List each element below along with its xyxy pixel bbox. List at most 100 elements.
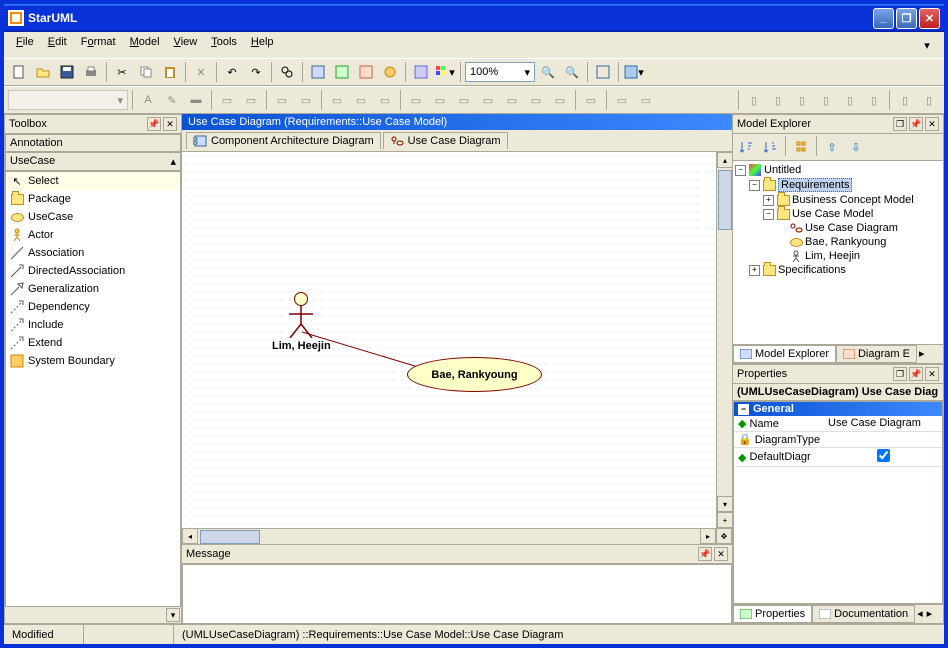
find-icon[interactable] [276,61,298,83]
minimize-button[interactable]: _ [873,8,894,29]
group-toggle-icon[interactable]: − [738,404,749,415]
toolbox-package[interactable]: Package [6,190,180,208]
prop-name[interactable]: ◆Name Use Case Diagram [734,416,942,432]
menu-format[interactable]: Format [75,34,122,56]
props-group-general[interactable]: −General [734,402,942,416]
scroll-thumb-v[interactable] [718,170,732,230]
toolbox-close-icon[interactable]: ✕ [163,117,177,131]
props-close-icon[interactable]: ✕ [925,367,939,381]
prop-name-value[interactable]: Use Case Diagram [824,416,942,431]
toolbox-actor[interactable]: Actor [6,226,180,244]
tree-ucd[interactable]: Use Case Diagram [735,221,941,235]
tree-root[interactable]: −Untitled [735,163,941,177]
prop-default[interactable]: ◆DefaultDiagr [734,448,942,467]
menu-edit[interactable]: Edit [42,34,73,56]
tabs-scroll-right-icon[interactable]: ▸ [925,605,935,623]
tree-bae[interactable]: Bae, Rankyoung [735,235,941,249]
tab-component[interactable]: Component Architecture Diagram [186,132,381,149]
maximize-button[interactable]: ❐ [896,8,917,29]
toolbox-generalization[interactable]: Generalization [6,280,180,298]
toolbox-extend[interactable]: Extend [6,334,180,352]
toolbox-section-annotation[interactable]: Annotation [5,134,181,152]
default-checkbox[interactable] [877,449,890,462]
tab-documentation[interactable]: Documentation [812,605,915,623]
prop-default-value[interactable] [824,448,942,466]
tabs-scroll-right-icon[interactable]: ▸ [917,345,927,363]
redo-icon[interactable]: ↷ [245,61,267,83]
delete-icon[interactable]: ✕ [190,61,212,83]
open-icon[interactable] [32,61,54,83]
tab-usecase[interactable]: Use Case Diagram [383,132,508,149]
scroll-up-arrow-icon[interactable]: ▴ [717,152,732,168]
diagram3-icon[interactable] [355,61,377,83]
tree-toggle-icon[interactable]: − [763,209,774,220]
scrollbar-vertical[interactable]: ▴ ▾ + [716,152,732,528]
tree-toggle-icon[interactable]: − [735,165,746,176]
tree-ucm[interactable]: −Use Case Model [735,207,941,221]
down-arrow-icon[interactable]: ⇩ [845,136,867,158]
tree-bcm[interactable]: +Business Concept Model [735,193,941,207]
diagram-canvas[interactable]: Lim, Heejin Bae, Rankyoung [182,152,716,528]
fit-icon[interactable] [592,61,614,83]
tree-toggle-icon[interactable]: + [763,195,774,206]
tree-toggle-icon[interactable]: − [749,180,760,191]
palette-icon[interactable]: ▾ [434,61,456,83]
tab-properties[interactable]: Properties [733,605,812,623]
scroll-pan-icon[interactable]: ✥ [716,528,732,544]
menu-tools[interactable]: Tools [205,34,243,56]
scroll-down-arrow-icon[interactable]: ▾ [717,496,732,512]
scroll-up-icon[interactable]: ▴ [170,155,176,168]
toolbox-boundary[interactable]: System Boundary [6,352,180,370]
diagram4-icon[interactable] [379,61,401,83]
zoom-out-icon[interactable]: 🔍 [561,61,583,83]
menu-overflow-icon[interactable]: ▾ [916,34,938,56]
scroll-thumb-h[interactable] [200,530,260,544]
copy-icon[interactable] [135,61,157,83]
menu-model[interactable]: Model [124,34,166,56]
toolbox-section-usecase[interactable]: UseCase▴ [5,152,181,171]
toolbox-include[interactable]: Include [6,316,180,334]
zoom-in-icon[interactable]: 🔍 [537,61,559,83]
toolbox-directed[interactable]: DirectedAssociation [6,262,180,280]
usecase-bae[interactable]: Bae, Rankyoung [407,357,542,392]
undo-icon[interactable]: ↶ [221,61,243,83]
actor-lim[interactable]: Lim, Heejin [272,292,331,352]
message-close-icon[interactable]: ✕ [714,547,728,561]
toolbox-scroll-down-icon[interactable]: ▾ [166,608,180,622]
scroll-corner-plus-icon[interactable]: + [717,512,732,528]
toolbox-select[interactable]: ↖Select [6,172,180,190]
scroll-right-arrow-icon[interactable]: ▸ [700,528,716,544]
sort1-icon[interactable] [735,136,757,158]
diagram2-icon[interactable] [331,61,353,83]
props-max-icon[interactable]: ❐ [893,367,907,381]
message-pin-icon[interactable]: 📌 [698,547,712,561]
up-arrow-icon[interactable]: ⇧ [821,136,843,158]
filter-icon[interactable] [790,136,812,158]
new-icon[interactable] [8,61,30,83]
explorer-pin-icon[interactable]: 📌 [909,117,923,131]
menu-view[interactable]: View [168,34,204,56]
toolbox-pin-icon[interactable]: 📌 [147,117,161,131]
diagram1-icon[interactable] [307,61,329,83]
tree-requirements[interactable]: −Requirements [735,177,941,193]
explorer-close-icon[interactable]: ✕ [925,117,939,131]
zoom-combo[interactable]: 100%▾ [465,62,535,82]
cut-icon[interactable]: ✂ [111,61,133,83]
tree-toggle-icon[interactable]: + [749,265,760,276]
options-icon[interactable] [410,61,432,83]
print-icon[interactable] [80,61,102,83]
close-button[interactable]: ✕ [919,8,940,29]
menu-file[interactable]: File [10,34,40,56]
paste-icon[interactable] [159,61,181,83]
tab-diagram-explorer[interactable]: Diagram E [836,345,917,363]
scrollbar-horizontal[interactable]: ◂ ▸ [182,528,716,544]
explorer-max-icon[interactable]: ❐ [893,117,907,131]
toolbox-usecase[interactable]: UseCase [6,208,180,226]
toolbox-dependency[interactable]: Dependency [6,298,180,316]
sort2-icon[interactable] [759,136,781,158]
save-icon[interactable] [56,61,78,83]
tree-spec[interactable]: +Specifications [735,263,941,277]
prop-diagtype[interactable]: 🔒DiagramType [734,432,942,448]
props-pin-icon[interactable]: 📌 [909,367,923,381]
tab-model-explorer[interactable]: Model Explorer [733,345,836,363]
